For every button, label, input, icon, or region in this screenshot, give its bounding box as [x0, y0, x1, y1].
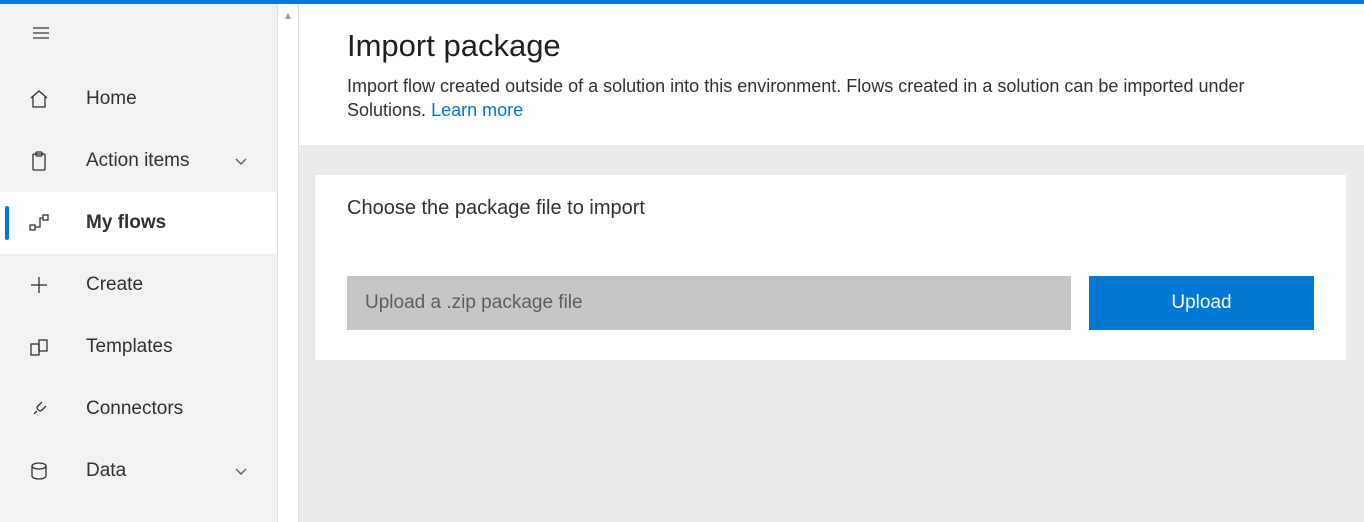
hamburger-button[interactable] — [0, 4, 277, 62]
sidebar-item-label: Home — [86, 88, 277, 110]
sidebar-item-create[interactable]: Create — [0, 254, 277, 316]
package-file-input[interactable] — [347, 276, 1071, 330]
page-header: Import package Import flow created outsi… — [299, 4, 1364, 145]
sidebar-item-label: Create — [86, 274, 277, 296]
connectors-icon — [28, 398, 50, 420]
sidebar-item-connectors[interactable]: Connectors — [0, 378, 277, 440]
templates-icon — [28, 336, 50, 358]
sidebar-item-label: Action items — [86, 150, 233, 172]
sidebar-item-label: Templates — [86, 336, 277, 358]
card-title: Choose the package file to import — [347, 197, 1314, 220]
hamburger-icon — [30, 22, 52, 44]
chevron-down-icon — [233, 463, 249, 479]
page-title: Import package — [347, 28, 1364, 64]
sidebar-scrollbar[interactable]: ▴ — [277, 4, 299, 522]
scroll-up-arrow-icon: ▴ — [278, 8, 298, 22]
page-subtitle: Import flow created outside of a solutio… — [347, 74, 1267, 123]
clipboard-icon — [28, 150, 50, 172]
database-icon — [28, 460, 50, 482]
sidebar-item-my-flows[interactable]: My flows — [0, 192, 277, 254]
chevron-down-icon — [233, 153, 249, 169]
main-content: Import package Import flow created outsi… — [299, 4, 1364, 522]
sidebar-item-label: My flows — [86, 212, 277, 234]
sidebar-item-label: Data — [86, 460, 233, 482]
sidebar-item-data[interactable]: Data — [0, 440, 277, 502]
import-card: Choose the package file to import Upload — [315, 175, 1346, 360]
plus-icon — [28, 274, 50, 296]
sidebar-item-action-items[interactable]: Action items — [0, 130, 277, 192]
home-icon — [28, 88, 50, 110]
sidebar-item-templates[interactable]: Templates — [0, 316, 277, 378]
learn-more-link[interactable]: Learn more — [431, 100, 523, 120]
upload-row: Upload — [347, 276, 1314, 330]
upload-button[interactable]: Upload — [1089, 276, 1314, 330]
sidebar: Home Action items — [0, 4, 277, 522]
sidebar-item-label: Connectors — [86, 398, 277, 420]
flow-icon — [28, 212, 50, 234]
sidebar-item-home[interactable]: Home — [0, 68, 277, 130]
